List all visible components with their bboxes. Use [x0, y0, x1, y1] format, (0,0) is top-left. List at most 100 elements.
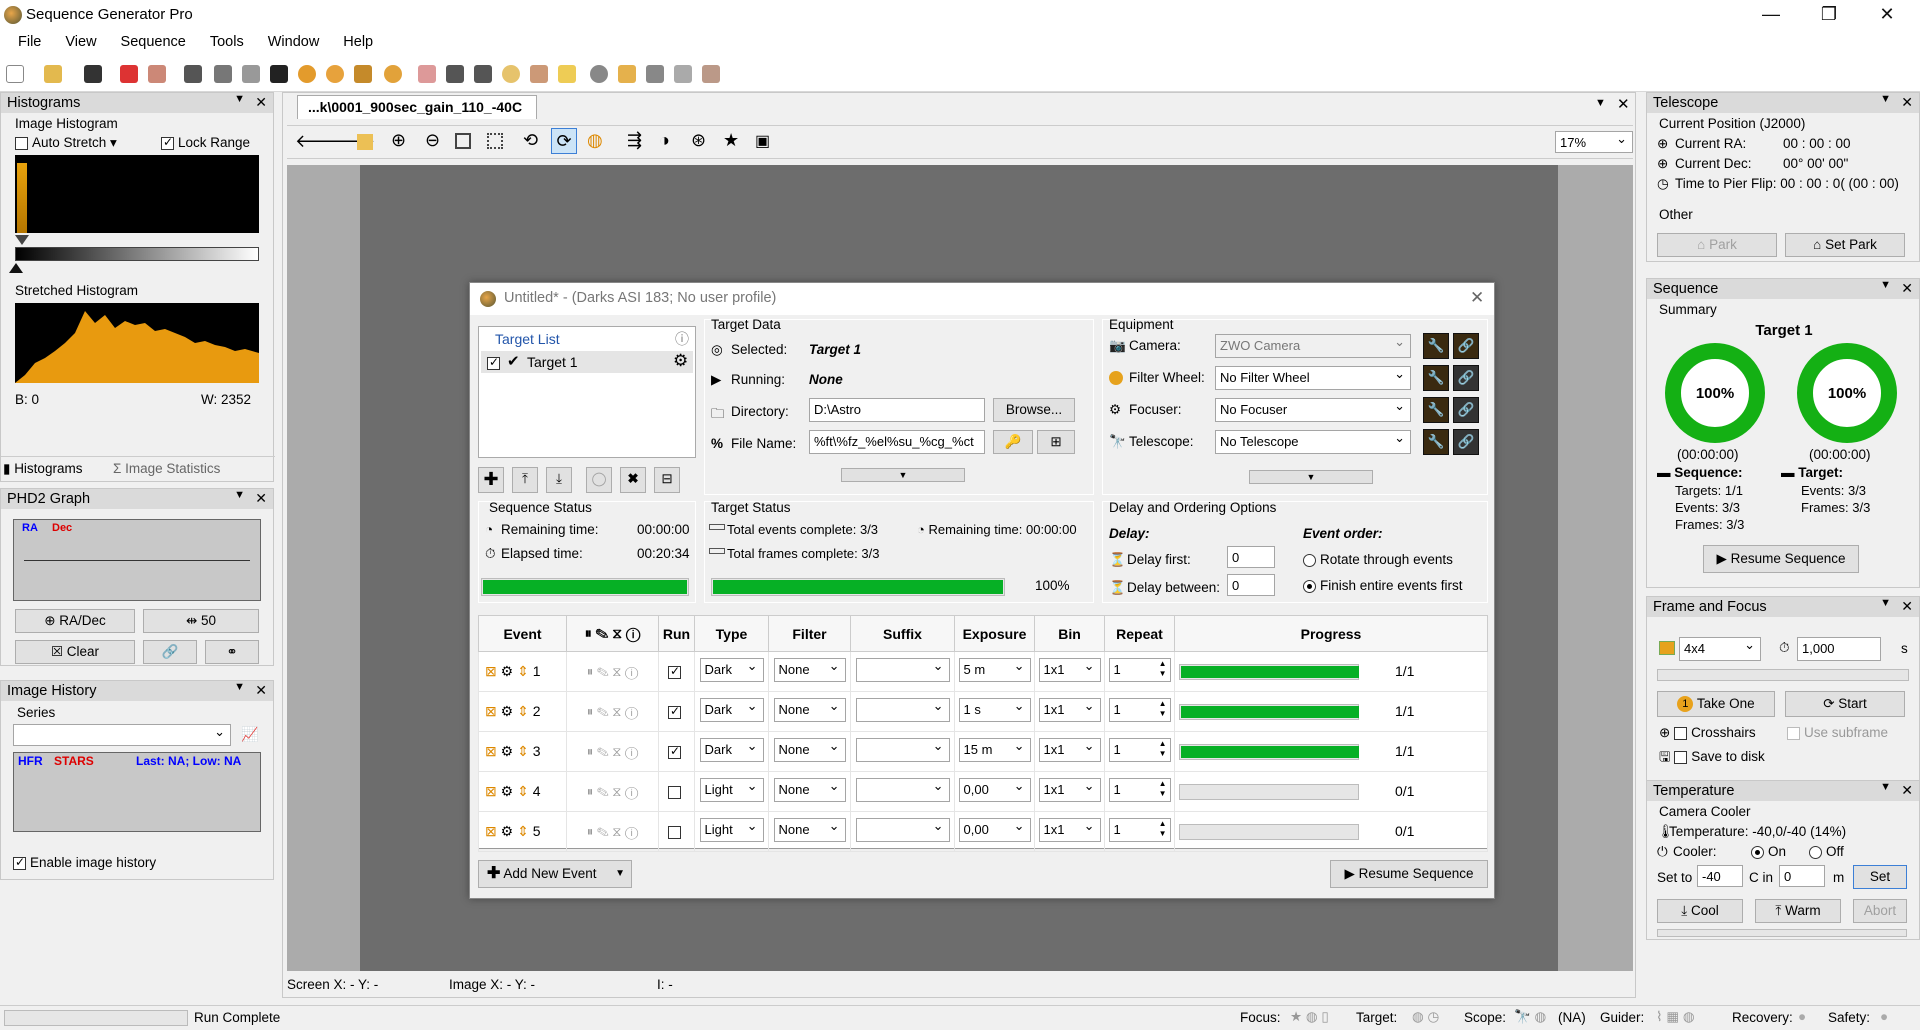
event-gear-icon[interactable]: ⚙	[501, 783, 514, 799]
event-select-icon[interactable]: ⊠	[485, 663, 497, 679]
rotator-icon[interactable]	[384, 65, 402, 83]
clear-button[interactable]: ☒ Clear	[15, 640, 135, 664]
planet-icon[interactable]	[326, 65, 344, 83]
repeat-input[interactable]: 1 ▲ ▼	[1108, 818, 1171, 842]
chevron-down-icon[interactable]: ▼	[234, 93, 245, 105]
close-icon[interactable]: ✕	[1901, 94, 1913, 111]
telescope-select[interactable]: No Telescope	[1215, 430, 1411, 454]
move-bottom-button[interactable]: ⤓	[546, 467, 572, 493]
bin-select[interactable]: 1x1	[1038, 738, 1101, 762]
set-temp-button[interactable]: Set	[1853, 865, 1907, 889]
info-icon[interactable]: ⓘ	[625, 784, 638, 799]
search-icon[interactable]	[242, 65, 260, 83]
repeat-input[interactable]: 1 ▲ ▼	[1108, 738, 1171, 762]
bin-select[interactable]: 1x1	[1038, 818, 1101, 842]
menu-tools[interactable]: Tools	[198, 30, 256, 50]
play-icon[interactable]	[270, 65, 288, 83]
delay-between-input[interactable]: 0	[1227, 574, 1275, 596]
wand-icon[interactable]: ✎	[597, 784, 609, 799]
weather-icon[interactable]	[674, 65, 692, 83]
fit-icon[interactable]	[455, 133, 471, 149]
suffix-select[interactable]	[855, 658, 950, 682]
timer-icon[interactable]: ⧖	[612, 784, 621, 799]
filter-select[interactable]: None	[773, 778, 846, 802]
flat-icon[interactable]	[502, 65, 520, 83]
timer-icon[interactable]: ⧖	[612, 824, 621, 839]
chevron-down-icon[interactable]: ▼	[1880, 597, 1891, 609]
event-gear-icon[interactable]: ⚙	[501, 663, 514, 679]
wand-icon[interactable]: ✎	[597, 664, 609, 679]
bin-select[interactable]: 1x1	[1038, 658, 1101, 682]
menu-view[interactable]: View	[53, 30, 108, 50]
minimize-button[interactable]: —	[1742, 0, 1800, 30]
bin-select[interactable]: 1x1	[1038, 698, 1101, 722]
type-select[interactable]: Dark	[699, 658, 764, 682]
crosshair-icon[interactable]: ⊛	[691, 130, 706, 151]
pause-icon[interactable]: ⏸	[587, 744, 594, 759]
start-button[interactable]: ⟳ Start	[1785, 691, 1905, 717]
filter-select[interactable]: None	[773, 698, 846, 722]
repeat-input[interactable]: 1 ▲ ▼	[1108, 778, 1171, 802]
expand-target-data-button[interactable]: ▼	[841, 468, 965, 482]
chevron-down-icon[interactable]: ▼	[1880, 279, 1891, 291]
event-select-icon[interactable]: ⊠	[485, 703, 497, 719]
crosshairs-checkbox[interactable]: ⊕ Crosshairs	[1659, 725, 1756, 741]
connect-button[interactable]: ⚭	[205, 640, 259, 664]
expand-equipment-button[interactable]: ▼	[1249, 470, 1373, 484]
tab-close-icon[interactable]: ✕	[1617, 95, 1630, 113]
exposure-select[interactable]: 15 m	[958, 738, 1031, 762]
suffix-select[interactable]	[855, 818, 950, 842]
focuser-connect-icon[interactable]: 🔗	[1453, 397, 1479, 423]
black-point-handle[interactable]	[15, 235, 29, 245]
event-row[interactable]: ⊠ ⚙ ⇕ 4⏸ ✎ ⧖ ⓘLightNone0,001x11▲▼0/1	[478, 771, 1488, 812]
focuser-select[interactable]: No Focuser	[1215, 398, 1411, 422]
menu-help[interactable]: Help	[331, 30, 385, 50]
rotate-right-icon[interactable]: ⟳	[551, 128, 577, 154]
stretch-icon[interactable]: ⇶	[627, 130, 642, 151]
actual-size-icon[interactable]	[487, 133, 503, 149]
guide-icon[interactable]	[590, 65, 608, 83]
cooler-off-radio[interactable]: Off	[1809, 844, 1844, 859]
window-icon[interactable]: ▣	[755, 131, 770, 151]
pause-icon[interactable]: ⏸	[587, 664, 594, 679]
abort-button[interactable]: Abort	[1853, 899, 1907, 923]
type-select[interactable]: Dark	[699, 738, 764, 762]
finish-events-radio[interactable]: Finish entire events first	[1303, 578, 1463, 593]
rotate-events-radio[interactable]: Rotate through events	[1303, 552, 1453, 567]
close-icon[interactable]: ✕	[255, 94, 267, 111]
telescope-icon[interactable]	[446, 65, 464, 83]
sigma-icon[interactable]	[214, 65, 232, 83]
solve-icon[interactable]: ◍	[587, 130, 603, 151]
exposure-select[interactable]: 5 m	[958, 658, 1031, 682]
filename-input[interactable]: %ft\%fz_%el%su_%cg_%ct	[809, 430, 985, 454]
target-icon[interactable]	[298, 65, 316, 83]
run-checkbox[interactable]	[668, 826, 681, 840]
target-circle-button[interactable]: ◯	[586, 467, 612, 493]
close-icon[interactable]: ✕	[255, 682, 267, 699]
delete-target-button[interactable]: ✖	[620, 467, 646, 493]
dome-icon[interactable]	[474, 65, 492, 83]
run-checkbox[interactable]	[668, 704, 681, 720]
info-icon[interactable]: ⓘ	[625, 704, 638, 719]
thermometer-icon[interactable]	[418, 65, 436, 83]
camera-select[interactable]: ZWO Camera	[1215, 334, 1411, 358]
series-select[interactable]	[13, 724, 231, 746]
repeat-input[interactable]: 1 ▲ ▼	[1108, 698, 1171, 722]
set-temp-input[interactable]: -40	[1697, 865, 1743, 887]
telescope-connect-icon[interactable]: 🔗	[1453, 429, 1479, 455]
suffix-select[interactable]	[855, 738, 950, 762]
lock-range-checkbox[interactable]: Lock Range	[161, 135, 250, 150]
event-move-icon[interactable]: ⇕	[517, 783, 529, 799]
settings-icon[interactable]	[702, 65, 720, 83]
park-button[interactable]: ⌂ Park	[1657, 233, 1777, 257]
histogram-icon[interactable]	[184, 65, 202, 83]
set-park-button[interactable]: ⌂ Set Park	[1785, 233, 1905, 257]
chevron-down-icon[interactable]: ▼	[1880, 781, 1891, 793]
event-row[interactable]: ⊠ ⚙ ⇕ 2⏸ ✎ ⧖ ⓘDarkNone1 s1x11▲▼1/1	[478, 691, 1488, 732]
tab-image-statistics[interactable]: Σ Image Statistics	[113, 461, 220, 476]
suffix-select[interactable]	[855, 778, 950, 802]
camera-connect-icon[interactable]: 🔗	[1453, 333, 1479, 359]
event-gear-icon[interactable]: ⚙	[501, 823, 514, 839]
sun-icon[interactable]	[354, 65, 372, 83]
resume-sequence-button[interactable]: ▶ Resume Sequence	[1330, 860, 1488, 888]
